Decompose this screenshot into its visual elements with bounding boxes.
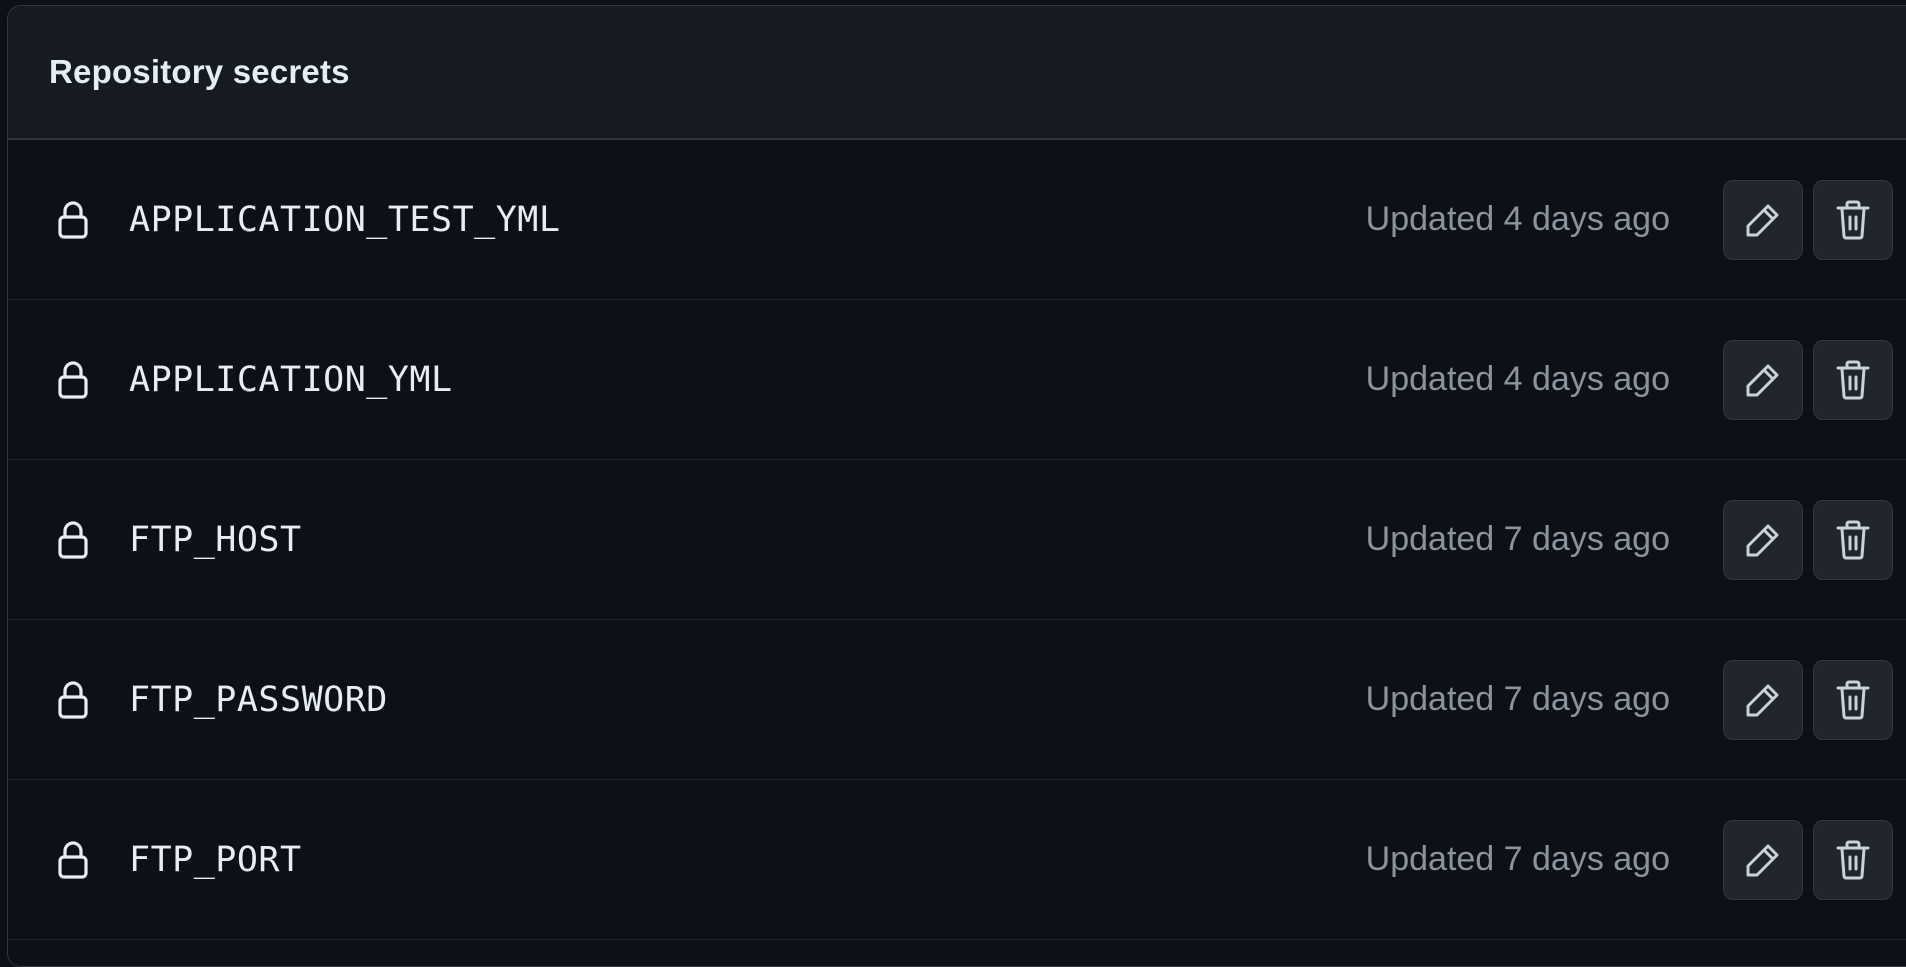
lock-icon xyxy=(51,518,95,562)
secret-updated-time: Updated 7 days ago xyxy=(1365,840,1670,878)
pencil-icon xyxy=(1744,841,1782,879)
secrets-list: APPLICATION_TEST_YML Updated 4 days ago xyxy=(8,140,1906,940)
pencil-icon xyxy=(1744,361,1782,399)
trash-icon xyxy=(1835,520,1871,560)
delete-secret-button[interactable] xyxy=(1813,819,1893,900)
trash-icon xyxy=(1835,680,1871,720)
secret-updated-time: Updated 7 days ago xyxy=(1365,680,1670,718)
delete-secret-button[interactable] xyxy=(1813,499,1893,580)
trash-icon xyxy=(1835,840,1871,880)
secret-updated-time: Updated 4 days ago xyxy=(1365,200,1670,238)
secret-name: APPLICATION_TEST_YML xyxy=(129,199,561,240)
edit-secret-button[interactable] xyxy=(1723,659,1803,740)
lock-icon xyxy=(51,678,95,722)
pencil-icon xyxy=(1744,681,1782,719)
delete-secret-button[interactable] xyxy=(1813,339,1893,420)
pencil-icon xyxy=(1744,201,1782,239)
lock-icon xyxy=(51,838,95,882)
secret-name: FTP_PORT xyxy=(129,839,302,880)
repository-secrets-panel: Repository secrets APPLICATION_TEST_YML … xyxy=(7,5,1906,967)
lock-icon xyxy=(51,358,95,402)
panel-header: Repository secrets xyxy=(8,6,1906,140)
delete-secret-button[interactable] xyxy=(1813,659,1893,740)
edit-secret-button[interactable] xyxy=(1723,179,1803,260)
secret-row: APPLICATION_YML Updated 4 days ago xyxy=(8,300,1906,460)
secret-row: FTP_HOST Updated 7 days ago xyxy=(8,460,1906,620)
edit-secret-button[interactable] xyxy=(1723,499,1803,580)
delete-secret-button[interactable] xyxy=(1813,179,1893,260)
edit-secret-button[interactable] xyxy=(1723,819,1803,900)
secret-updated-time: Updated 7 days ago xyxy=(1365,520,1670,558)
edit-secret-button[interactable] xyxy=(1723,339,1803,420)
secret-row: APPLICATION_TEST_YML Updated 4 days ago xyxy=(8,140,1906,300)
trash-icon xyxy=(1835,200,1871,240)
secret-name: FTP_HOST xyxy=(129,519,302,560)
trash-icon xyxy=(1835,360,1871,400)
secret-name: APPLICATION_YML xyxy=(129,359,453,400)
secret-name: FTP_PASSWORD xyxy=(129,679,388,720)
lock-icon xyxy=(51,198,95,242)
pencil-icon xyxy=(1744,521,1782,559)
panel-title: Repository secrets xyxy=(49,53,350,90)
secret-row: FTP_PASSWORD Updated 7 days ago xyxy=(8,620,1906,780)
secret-row: FTP_PORT Updated 7 days ago xyxy=(8,780,1906,940)
secret-updated-time: Updated 4 days ago xyxy=(1365,360,1670,398)
